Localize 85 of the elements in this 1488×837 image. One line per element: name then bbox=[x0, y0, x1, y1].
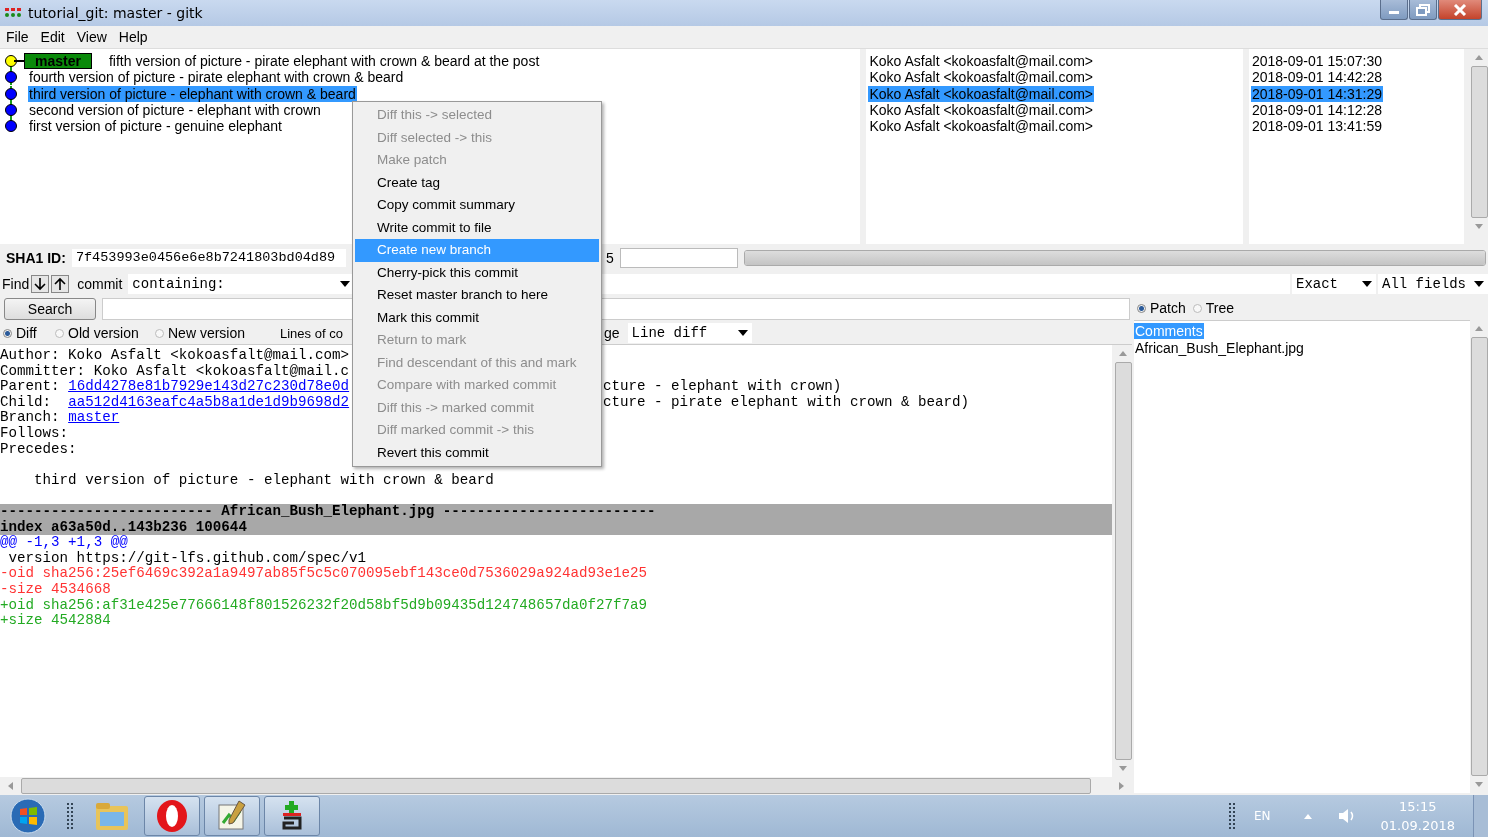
minimize-button[interactable] bbox=[1380, 0, 1408, 20]
diff-line: index a63a50d..143b236 100644 bbox=[0, 518, 247, 535]
commit-date: 2018-09-01 14:42:28 bbox=[1250, 69, 1383, 86]
menu-item[interactable]: Mark this commit bbox=[355, 306, 599, 329]
menu-item[interactable]: Help bbox=[112, 29, 154, 45]
commit-author: Koko Asfalt <kokoasfalt@mail.com> bbox=[868, 118, 1095, 135]
ignore-space-label: ge bbox=[604, 325, 620, 341]
menu-item[interactable]: View bbox=[70, 29, 113, 45]
commit-subject[interactable]: fourth version of picture - pirate elephant with crown & beard bbox=[28, 69, 405, 86]
commit-author: Koko Asfalt <kokoasfalt@mail.com> bbox=[868, 69, 1095, 86]
menu-item[interactable]: Cherry-pick this commit bbox=[355, 261, 599, 284]
window-title: tutorial_git: master - gitk bbox=[28, 5, 203, 21]
commit-subject[interactable]: third version of picture - elephant with crown & beard bbox=[28, 85, 357, 102]
show-desktop-button[interactable] bbox=[1473, 795, 1488, 837]
field-label: Parent: bbox=[0, 378, 61, 395]
diff-line: +oid sha256:af31e425e77666148f801526232f20d58bf5d9b09435d124748657da0f27f7a9 bbox=[0, 596, 648, 613]
match-dropdown[interactable]: Exact bbox=[1292, 274, 1376, 294]
commit-info-line: cture - pirate elephant with crown & beard) bbox=[603, 394, 970, 411]
commit-subject[interactable]: fifth version of picture - pirate elephant with crown & beard at the post bbox=[107, 53, 541, 70]
diff-mode-radio[interactable]: Old version bbox=[55, 325, 155, 341]
view-mode-radio[interactable]: Tree bbox=[1192, 300, 1235, 316]
menu-item[interactable]: Revert this commit bbox=[355, 441, 599, 464]
commit-author: Koko Asfalt <kokoasfalt@mail.com> bbox=[868, 53, 1095, 70]
show-hidden-icons-icon[interactable] bbox=[1302, 812, 1313, 820]
diff-style-dropdown[interactable]: Line diff bbox=[627, 323, 752, 343]
fields-dropdown[interactable]: All fields bbox=[1378, 274, 1488, 294]
commit-info-line: Precedes: bbox=[0, 440, 77, 457]
commit-info-line: Committer: Koko Asfalt <kokoasfalt@mail.c bbox=[0, 362, 350, 379]
branch-tag: master bbox=[24, 53, 92, 70]
menu-item[interactable]: Copy commit summary bbox=[355, 194, 599, 217]
diff-line: +size 4542884 bbox=[0, 612, 111, 629]
find-next-button[interactable] bbox=[31, 275, 50, 293]
commit-link[interactable]: aa512d4163eafc4a5b8a1de1d9b9698d2 bbox=[68, 393, 350, 410]
commit-date: 2018-09-01 15:07:30 bbox=[1250, 53, 1383, 70]
commit-info-line: third version of picture - elephant with crown & beard bbox=[33, 471, 494, 488]
find-mode-dropdown[interactable]: containing: bbox=[128, 274, 355, 294]
grip-icon bbox=[1228, 801, 1236, 831]
browser-icon[interactable] bbox=[144, 796, 200, 836]
find-type-label: commit bbox=[77, 276, 123, 292]
menu-item[interactable]: File bbox=[0, 29, 35, 45]
close-icon bbox=[1453, 3, 1467, 16]
commit-author: Koko Asfalt <kokoasfalt@mail.com> bbox=[868, 85, 1095, 102]
commit-link[interactable]: 16dd4278e81b7929e143d27c230d78e0d bbox=[68, 378, 350, 395]
grip-icon bbox=[66, 801, 74, 831]
diff-line: @@ -1,3 +1,3 @@ bbox=[0, 534, 128, 551]
diff-mode-radio[interactable]: Diff bbox=[3, 325, 55, 341]
menu-item[interactable]: Edit bbox=[34, 29, 71, 45]
view-mode-radio[interactable]: Patch bbox=[1137, 300, 1186, 316]
find-previous-button[interactable] bbox=[51, 275, 70, 293]
commit-author: Koko Asfalt <kokoasfalt@mail.com> bbox=[868, 102, 1095, 119]
commit-date: 2018-09-01 13:41:59 bbox=[1250, 118, 1383, 135]
commit-info-line: cture - elephant with crown) bbox=[603, 379, 842, 395]
commit-subject[interactable]: first version of picture - genuine elephant bbox=[28, 118, 283, 135]
diff-line: ------------------------- African_Bush_Elephant.jpg ------------------------- bbox=[0, 502, 656, 519]
menu-item[interactable]: Reset master branch to here bbox=[355, 284, 599, 307]
diff-line: -size 4534668 bbox=[0, 580, 111, 597]
commit-date: 2018-09-01 14:12:28 bbox=[1250, 102, 1383, 119]
file-list-item[interactable]: African_Bush_Elephant.jpg bbox=[1134, 340, 1305, 356]
commit-subject[interactable]: second version of picture - elephant with crown bbox=[28, 102, 322, 119]
commit-date: 2018-09-01 14:31:29 bbox=[1250, 85, 1383, 102]
search-button[interactable]: Search bbox=[4, 298, 96, 320]
commit-info-line: Author: Koko Asfalt <kokoasfalt@mail.com> bbox=[0, 347, 350, 363]
close-button[interactable] bbox=[1438, 0, 1482, 20]
context-label: Lines of co bbox=[280, 325, 344, 341]
field-label: Child: bbox=[0, 393, 53, 410]
row-count: 5 bbox=[605, 250, 614, 266]
restore-icon bbox=[1416, 3, 1430, 16]
minimize-icon bbox=[1389, 11, 1399, 14]
menu-item[interactable]: Create tag bbox=[355, 171, 599, 194]
sha-label: SHA1 ID: bbox=[6, 250, 66, 266]
app-icon bbox=[4, 7, 22, 19]
diff-line: version https://git-lfs.github.com/spec/v1 bbox=[7, 549, 367, 566]
diff-line: -oid sha256:25ef6469c392a1a9497ab85f5c5c070095ebf143ce0d7536029a924ad93e1e25 bbox=[0, 565, 648, 582]
git-icon[interactable] bbox=[264, 796, 320, 836]
find-label: Find bbox=[2, 276, 30, 292]
field-label: Branch: bbox=[0, 409, 61, 426]
goto-field[interactable] bbox=[619, 248, 738, 268]
restore-button[interactable] bbox=[1409, 0, 1437, 20]
tag-connector bbox=[14, 60, 24, 63]
diff-mode-radio[interactable]: New version bbox=[155, 325, 280, 341]
menu-item[interactable]: Write commit to file bbox=[355, 216, 599, 239]
commit-link[interactable]: master bbox=[68, 409, 120, 426]
commit-info-line: Follows: bbox=[0, 424, 69, 441]
notepad-icon[interactable] bbox=[204, 796, 260, 836]
sha-field[interactable]: 7f453993e0456e6e8b7241803bd04d89 bbox=[71, 249, 346, 267]
